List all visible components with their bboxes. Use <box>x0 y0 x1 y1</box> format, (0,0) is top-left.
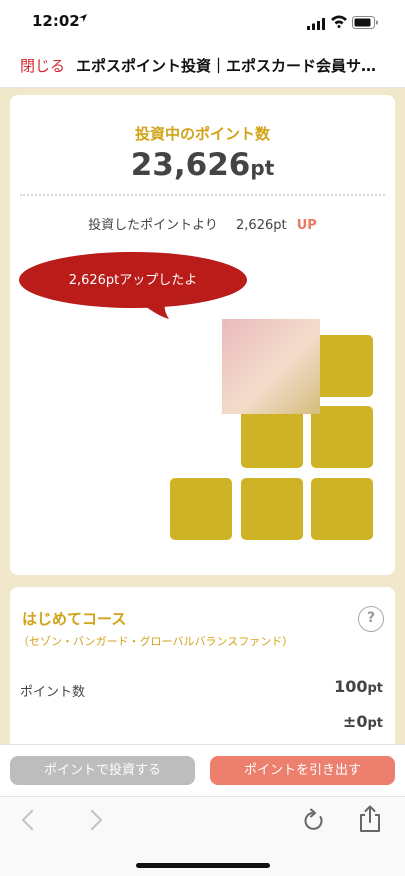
points-change-value: ±0pt <box>343 712 383 731</box>
home-indicator <box>136 863 270 868</box>
wifi-icon <box>330 13 348 28</box>
cellular-signal-icon <box>307 15 325 30</box>
course-card: はじめてコース ? （セゾン・バンガード・グローバルバランスファンド） ポイント… <box>10 587 395 744</box>
gain-line: 投資したポイントより 2,626pt UP <box>10 214 395 233</box>
point-block <box>311 335 373 397</box>
points-value: 23,626 <box>130 147 251 183</box>
status-bar: 12:02 <box>0 0 405 44</box>
speech-bubble: 2,626ptアップしたよ <box>19 252 247 319</box>
points-row-unit: pt <box>367 681 383 696</box>
dotted-divider <box>20 194 385 196</box>
point-block <box>241 478 303 540</box>
reload-icon[interactable] <box>303 808 325 836</box>
points-unit: pt <box>250 156 275 180</box>
points-row-number: 100 <box>334 677 368 696</box>
question-circle-icon[interactable]: ? <box>358 606 384 632</box>
point-block <box>241 406 303 468</box>
forward-arrow-icon[interactable] <box>88 809 104 835</box>
speech-bubble-text: 2,626ptアップしたよ <box>68 273 198 288</box>
new-point-block <box>222 319 320 414</box>
points-row-label: ポイント数 <box>20 685 86 700</box>
location-arrow-icon <box>78 13 88 26</box>
fund-name: （セゾン・バンガード・グローバルバランスファンド） <box>18 635 294 648</box>
point-block <box>170 478 232 540</box>
close-button[interactable]: 閉じる <box>20 55 65 76</box>
gain-label: 投資したポイントより <box>88 218 218 233</box>
main-content[interactable]: 投資中のポイント数 23,626pt 投資したポイントより 2,626pt UP… <box>0 88 405 744</box>
status-time: 12:02 <box>32 12 80 30</box>
points-heading: 投資中のポイント数 <box>134 125 270 143</box>
points-change-unit: pt <box>367 716 383 731</box>
point-block <box>311 478 373 540</box>
point-block <box>311 406 373 468</box>
invest-points-button[interactable]: ポイントで投資する <box>10 756 195 785</box>
gain-up-badge: UP <box>296 218 317 233</box>
navigation-bar: 閉じる エポスポイント投資｜エポスカード会員サ… <box>0 44 405 88</box>
points-change-number: ±0 <box>342 712 368 731</box>
points-summary-card: 投資中のポイント数 23,626pt 投資したポイントより 2,626pt UP… <box>10 95 395 575</box>
course-title: はじめてコース <box>22 610 127 628</box>
withdraw-points-button[interactable]: ポイントを引き出す <box>210 756 395 785</box>
points-row-value: 100pt <box>334 677 383 696</box>
back-arrow-icon[interactable] <box>20 809 36 835</box>
points-total: 23,626pt <box>10 147 395 183</box>
share-icon[interactable] <box>358 805 382 837</box>
action-bar: ポイントで投資する ポイントを引き出す <box>0 744 405 796</box>
gain-value: 2,626pt <box>236 218 287 233</box>
battery-icon <box>352 14 378 29</box>
page-title: エポスポイント投資｜エポスカード会員サ… <box>76 57 377 75</box>
